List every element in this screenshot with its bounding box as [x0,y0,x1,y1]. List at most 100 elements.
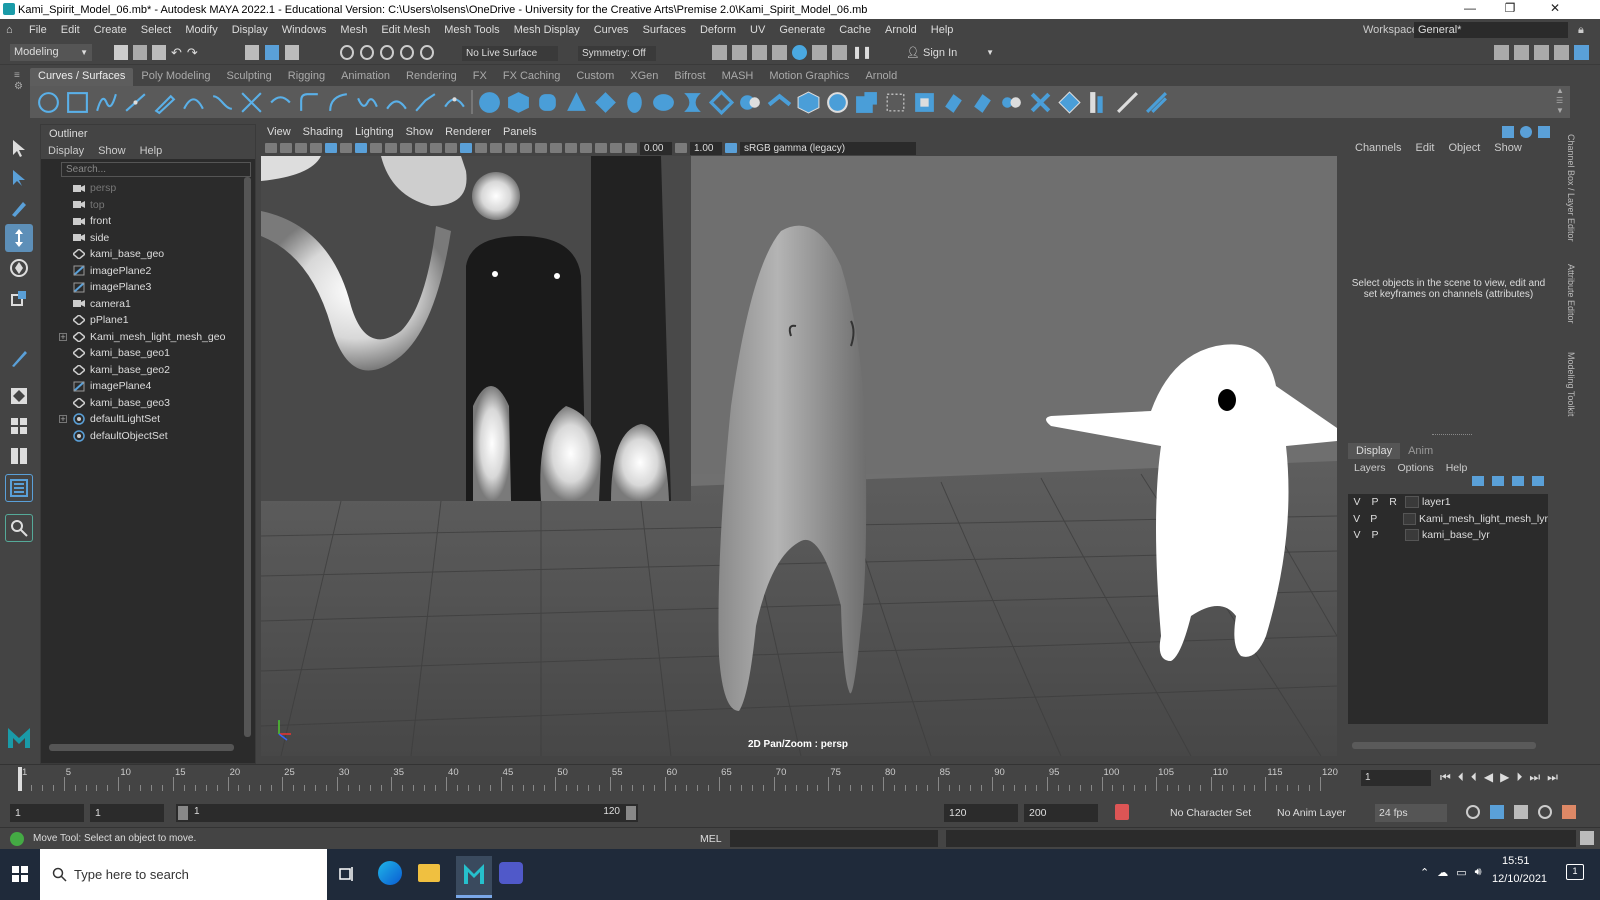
select-hierarchy-icon[interactable] [245,45,259,60]
home-icon[interactable]: ⌂ [0,24,22,36]
tool-settings-icon[interactable] [1534,45,1549,60]
rebuild-curve-icon[interactable] [355,90,380,115]
layer-menu-help[interactable]: Help [1440,462,1474,474]
shelf-tab-arnold[interactable]: Arnold [857,68,905,86]
play-forward-icon[interactable]: ▶ [1500,770,1509,785]
2d-pan-zoom-icon[interactable] [325,143,337,153]
grid-toggle-icon[interactable] [355,143,367,153]
menu-uv[interactable]: UV [743,24,772,36]
end-time-field[interactable]: 200 [1024,804,1098,822]
new-empty-layer-icon[interactable] [1512,476,1524,486]
range-bar[interactable]: 1 120 [176,804,638,822]
trim-tool-icon[interactable] [912,90,937,115]
open-scene-icon[interactable] [133,45,147,60]
outliner-vscroll[interactable] [244,177,251,737]
extrude-icon[interactable] [738,90,763,115]
save-scene-icon[interactable] [152,45,166,60]
insert-knot-icon[interactable] [442,90,467,115]
playhead[interactable] [18,767,22,791]
step-forward-key-icon[interactable]: ⏵ [1516,770,1522,785]
project-curve-icon[interactable] [883,90,908,115]
revolve-icon[interactable] [651,90,676,115]
viewport-menu-show[interactable]: Show [400,126,440,138]
nurbs-cube-icon[interactable] [506,90,531,115]
shelf-tab-animation[interactable]: Animation [333,68,398,86]
gamma-field[interactable]: 1.00 [690,141,722,155]
render-settings-icon[interactable] [772,45,787,60]
maya-taskbar-icon[interactable] [456,856,492,898]
pause-icon[interactable]: ❚❚ [852,45,872,60]
step-back-icon[interactable]: ⏴ [1458,770,1464,785]
scale-tool-icon[interactable] [5,284,33,312]
snap-grid-icon[interactable] [340,45,354,60]
live-surface-field[interactable]: No Live Surface [462,46,558,61]
layer-hscroll[interactable] [1352,742,1536,749]
wireframe-on-shaded-icon[interactable] [475,143,487,153]
nurbs-cone-icon[interactable] [564,90,589,115]
auto-key-icon[interactable] [1115,804,1129,820]
xray-icon[interactable] [595,143,607,153]
loft-icon[interactable] [680,90,705,115]
viewport-menu-lighting[interactable]: Lighting [349,126,400,138]
lights-icon[interactable] [505,143,517,153]
undo-icon[interactable]: ↶ [171,45,182,61]
hypershade-icon[interactable] [792,45,807,60]
menu-select[interactable]: Select [134,24,179,36]
shelf-scroll[interactable]: ▲ ☰ ▼ [1556,86,1566,118]
outliner-hscroll[interactable] [49,744,234,751]
tab-modeling-toolkit[interactable]: Modeling Toolkit [1566,352,1576,416]
viewport-menu-panels[interactable]: Panels [497,126,543,138]
layer-v-toggle[interactable]: V [1348,529,1366,541]
outliner-item-defaultlightset[interactable]: + defaultLightSet [41,411,255,428]
resolution-gate-icon[interactable] [385,143,397,153]
layer-r-toggle[interactable]: R [1384,496,1402,508]
layer-row[interactable]: V P Kami_mesh_light_mesh_lyr [1348,511,1548,528]
windows-start-icon[interactable] [12,866,28,882]
edge-browser-icon[interactable] [378,861,402,885]
colorspace-select[interactable]: sRGB gamma (legacy) [740,141,916,155]
layer-row[interactable]: V P Rlayer1 [1348,494,1548,511]
rebuild-surface-icon[interactable] [1057,90,1082,115]
menu-create[interactable]: Create [87,24,134,36]
character-set-select[interactable]: No Character Set [1170,807,1251,819]
current-frame-field[interactable]: 1 [1361,770,1431,786]
lasso-tool-icon[interactable] [5,164,33,192]
tab-channel-box[interactable]: Channel Box / Layer Editor [1566,134,1576,242]
surface-edit-icon[interactable] [1144,90,1169,115]
go-to-start-icon[interactable]: ⏮ [1440,770,1451,785]
cut-curve-icon[interactable] [268,90,293,115]
move-layer-up-icon[interactable] [1472,476,1484,486]
menu-mesh-tools[interactable]: Mesh Tools [437,24,506,36]
outliner-item-kami-base-geo[interactable]: kami_base_geo [41,246,255,263]
outliner-item-imageplane2[interactable]: imagePlane2 [41,263,255,280]
attach-surfaces-icon[interactable] [941,90,966,115]
range-start-handle[interactable] [178,806,188,820]
layer-row[interactable]: V Pkami_base_lyr [1348,527,1548,544]
search-icon[interactable] [5,514,33,542]
layer-v-toggle[interactable]: V [1348,496,1366,508]
shelf-tab-custom[interactable]: Custom [568,68,622,86]
cv-curve-icon[interactable] [94,90,119,115]
step-back-key-icon[interactable]: ⏴ [1471,770,1477,785]
nurbs-square-icon[interactable] [65,90,90,115]
attribute-filter-icon[interactable] [1502,126,1514,138]
brush-tool-icon[interactable] [5,344,33,372]
safe-action-icon[interactable] [430,143,442,153]
menu-windows[interactable]: Windows [275,24,334,36]
nurbs-circle-icon[interactable] [36,90,61,115]
channel-menu-show[interactable]: Show [1487,142,1529,154]
extend-curve-icon[interactable] [413,90,438,115]
outliner-item-kami-base-geo3[interactable]: kami_base_geo3 [41,395,255,412]
preferences-icon[interactable] [1538,805,1552,819]
outliner-item-top[interactable]: top [41,197,255,214]
open-close-surface-icon[interactable] [1086,90,1111,115]
color-management-icon[interactable] [725,143,737,153]
fps-select[interactable]: 24 fps [1375,804,1447,822]
network-icon[interactable]: ▭ [1456,866,1466,879]
command-input[interactable] [730,830,938,847]
move-layer-down-icon[interactable] [1492,476,1504,486]
four-view-layout-icon[interactable] [5,412,33,440]
layer-color-swatch[interactable] [1405,529,1419,542]
shelf-tab-mash[interactable]: MASH [714,68,762,86]
menu-display[interactable]: Display [225,24,275,36]
